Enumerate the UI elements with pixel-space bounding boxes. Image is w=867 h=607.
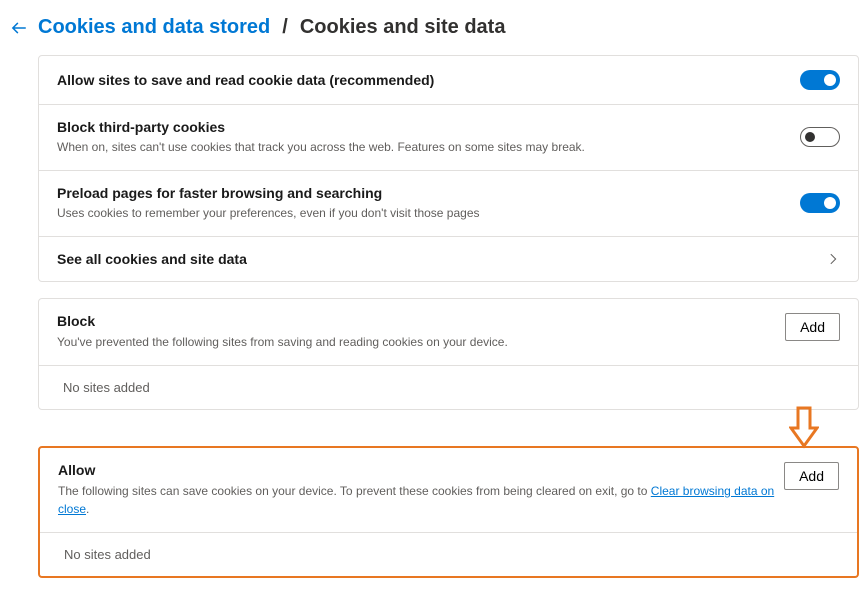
allow-cookies-toggle[interactable] <box>800 70 840 90</box>
chevron-right-icon <box>826 252 840 266</box>
allow-section-title: Allow <box>58 462 784 478</box>
back-arrow-icon[interactable] <box>10 19 28 37</box>
see-all-cookies-row[interactable]: See all cookies and site data <box>39 237 858 281</box>
see-all-cookies-title: See all cookies and site data <box>57 251 826 267</box>
breadcrumb-separator: / <box>282 16 288 39</box>
breadcrumb-current: Cookies and site data <box>300 16 506 39</box>
allow-section-header: Allow The following sites can save cooki… <box>40 448 857 533</box>
block-section-title: Block <box>57 313 785 329</box>
block-third-party-title: Block third-party cookies <box>57 119 800 135</box>
preload-toggle[interactable] <box>800 193 840 213</box>
settings-card: Allow sites to save and read cookie data… <box>38 55 859 282</box>
block-third-party-subtitle: When on, sites can't use cookies that tr… <box>57 139 800 156</box>
breadcrumb-parent-link[interactable]: Cookies and data stored <box>38 16 270 39</box>
allow-empty-state: No sites added <box>40 533 857 576</box>
annotation-down-arrow-icon <box>789 406 819 450</box>
block-section-header: Block You've prevented the following sit… <box>39 299 858 366</box>
block-third-party-row: Block third-party cookies When on, sites… <box>39 105 858 171</box>
annotation-arrow-wrap <box>38 402 859 452</box>
allow-cookies-row: Allow sites to save and read cookie data… <box>39 56 858 105</box>
allow-add-button[interactable]: Add <box>784 462 839 490</box>
allow-section-highlight: Allow The following sites can save cooki… <box>38 446 859 578</box>
allow-desc-prefix: The following sites can save cookies on … <box>58 484 651 498</box>
allow-section-desc: The following sites can save cookies on … <box>58 482 784 518</box>
preload-title: Preload pages for faster browsing and se… <box>57 185 800 201</box>
allow-cookies-title: Allow sites to save and read cookie data… <box>57 72 800 88</box>
block-third-party-toggle[interactable] <box>800 127 840 147</box>
breadcrumb: Cookies and data stored / Cookies and si… <box>0 16 867 39</box>
preload-subtitle: Uses cookies to remember your preference… <box>57 205 800 222</box>
block-section-card: Block You've prevented the following sit… <box>38 298 859 410</box>
block-section-desc: You've prevented the following sites fro… <box>57 333 785 351</box>
preload-row: Preload pages for faster browsing and se… <box>39 171 858 237</box>
allow-desc-suffix: . <box>86 502 89 516</box>
block-add-button[interactable]: Add <box>785 313 840 341</box>
